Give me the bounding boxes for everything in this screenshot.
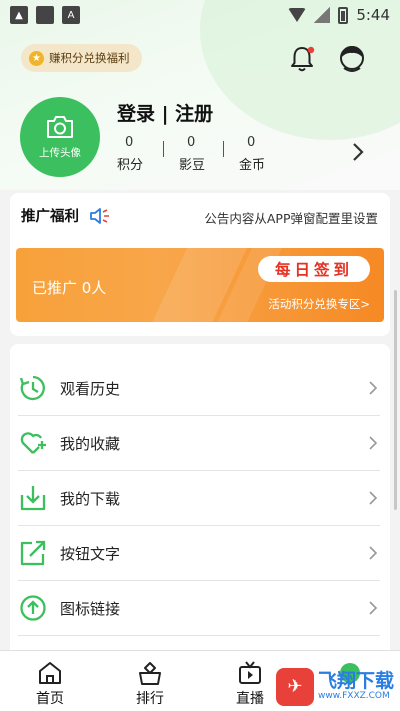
watermark-text: 飞翔下载 bbox=[318, 670, 395, 692]
signal-icon bbox=[314, 7, 331, 23]
stat-value: 0 bbox=[187, 135, 196, 150]
announcement-text: 公告内容从APP弹窗配置里设置 bbox=[204, 211, 378, 226]
app-notification-icon bbox=[36, 6, 54, 24]
tab-ranking[interactable]: 排行 bbox=[100, 651, 200, 711]
promoted-count: 已推广 0人 bbox=[32, 279, 107, 297]
points-exchange-pill[interactable]: ★ 赚积分兑换福利 bbox=[21, 44, 142, 72]
profile-section: 上传头像 登录 | 注册 0 积分 0 影豆 0 金币 bbox=[20, 97, 380, 177]
tab-label: 直播 bbox=[236, 691, 264, 707]
history-icon bbox=[19, 375, 45, 401]
speaker-icon bbox=[90, 207, 109, 224]
status-bar: ▲ A 5:44 bbox=[0, 0, 400, 30]
chevron-right-icon bbox=[369, 491, 378, 505]
menu-list: 观看历史 我的收藏 我的下载 按钮文字 图标链接 bbox=[10, 344, 390, 650]
star-coin-icon: ★ bbox=[29, 50, 44, 66]
daily-signin-button[interactable]: 每日签到 bbox=[258, 256, 370, 282]
upload-arrow-icon bbox=[20, 595, 46, 621]
tab-label: 首页 bbox=[36, 691, 64, 707]
chevron-right-icon bbox=[369, 381, 378, 395]
favorite-icon bbox=[20, 432, 46, 454]
chevron-right-icon[interactable] bbox=[350, 141, 366, 163]
promotion-banner[interactable]: 已推广 0人 每日签到 活动积分兑换专区> bbox=[16, 248, 384, 322]
share-icon bbox=[20, 540, 46, 566]
chevron-right-icon bbox=[369, 546, 378, 560]
user-stats: 0 积分 0 影豆 0 金币 bbox=[117, 135, 299, 173]
download-icon bbox=[20, 486, 46, 511]
scrollbar-thumb[interactable] bbox=[394, 290, 397, 510]
stat-label: 积分 bbox=[117, 158, 144, 173]
menu-item-label: 图标链接 bbox=[60, 599, 121, 618]
menu-item-downloads[interactable]: 我的下载 bbox=[18, 471, 380, 526]
menu-item-icon-link[interactable]: 图标链接 bbox=[18, 581, 380, 636]
stat-points[interactable]: 0 积分 bbox=[117, 135, 177, 173]
notification-bell-icon[interactable] bbox=[287, 44, 317, 74]
chevron-right-icon bbox=[369, 601, 378, 615]
promotion-title: 推广福利 bbox=[21, 209, 79, 225]
watermark-url: www.FXXZ.COM bbox=[318, 691, 390, 701]
tab-label: 排行 bbox=[136, 691, 164, 707]
stat-coins[interactable]: 0 金币 bbox=[223, 135, 299, 173]
image-notification-icon: ▲ bbox=[10, 6, 28, 24]
live-tv-icon bbox=[239, 661, 261, 684]
menu-item-label: 观看历史 bbox=[60, 379, 121, 398]
stat-beans[interactable]: 0 影豆 bbox=[163, 135, 239, 173]
menu-item-label: 按钮文字 bbox=[60, 544, 121, 563]
battery-icon bbox=[338, 6, 349, 24]
menu-item-history[interactable]: 观看历史 bbox=[18, 361, 380, 416]
tab-home[interactable]: 首页 bbox=[0, 651, 100, 711]
camera-icon bbox=[47, 115, 73, 138]
home-icon bbox=[39, 662, 61, 684]
stat-value: 0 bbox=[247, 135, 256, 150]
ranking-icon bbox=[139, 662, 161, 685]
wifi-icon bbox=[288, 8, 307, 22]
upload-avatar-label: 上传头像 bbox=[39, 146, 81, 159]
watermark-logo: ✈ 飞翔下载 www.FXXZ.COM bbox=[276, 662, 400, 711]
upload-avatar-button[interactable]: 上传头像 bbox=[20, 97, 100, 177]
promotion-card: 推广福利 公告内容从APP弹窗配置里设置 已推广 0人 每日签到 活动积分兑换专… bbox=[10, 193, 390, 336]
points-exchange-link[interactable]: 活动积分兑换专区> bbox=[268, 296, 370, 312]
stat-label: 金币 bbox=[239, 158, 266, 173]
stat-label: 影豆 bbox=[179, 158, 206, 173]
menu-item-favorites[interactable]: 我的收藏 bbox=[18, 416, 380, 471]
menu-item-button-text[interactable]: 按钮文字 bbox=[18, 526, 380, 581]
stat-value: 0 bbox=[125, 135, 134, 150]
login-register-link[interactable]: 登录 | 注册 bbox=[117, 99, 213, 126]
chevron-right-icon bbox=[369, 436, 378, 450]
menu-item-label: 我的收藏 bbox=[60, 434, 121, 453]
menu-item-label: 我的下载 bbox=[60, 489, 121, 508]
customer-service-icon[interactable] bbox=[336, 42, 368, 74]
clock: 5:44 bbox=[356, 6, 390, 24]
watermark-logo-icon: ✈ bbox=[276, 667, 314, 706]
points-pill-label: 赚积分兑换福利 bbox=[49, 51, 130, 65]
text-notification-icon: A bbox=[62, 6, 80, 24]
